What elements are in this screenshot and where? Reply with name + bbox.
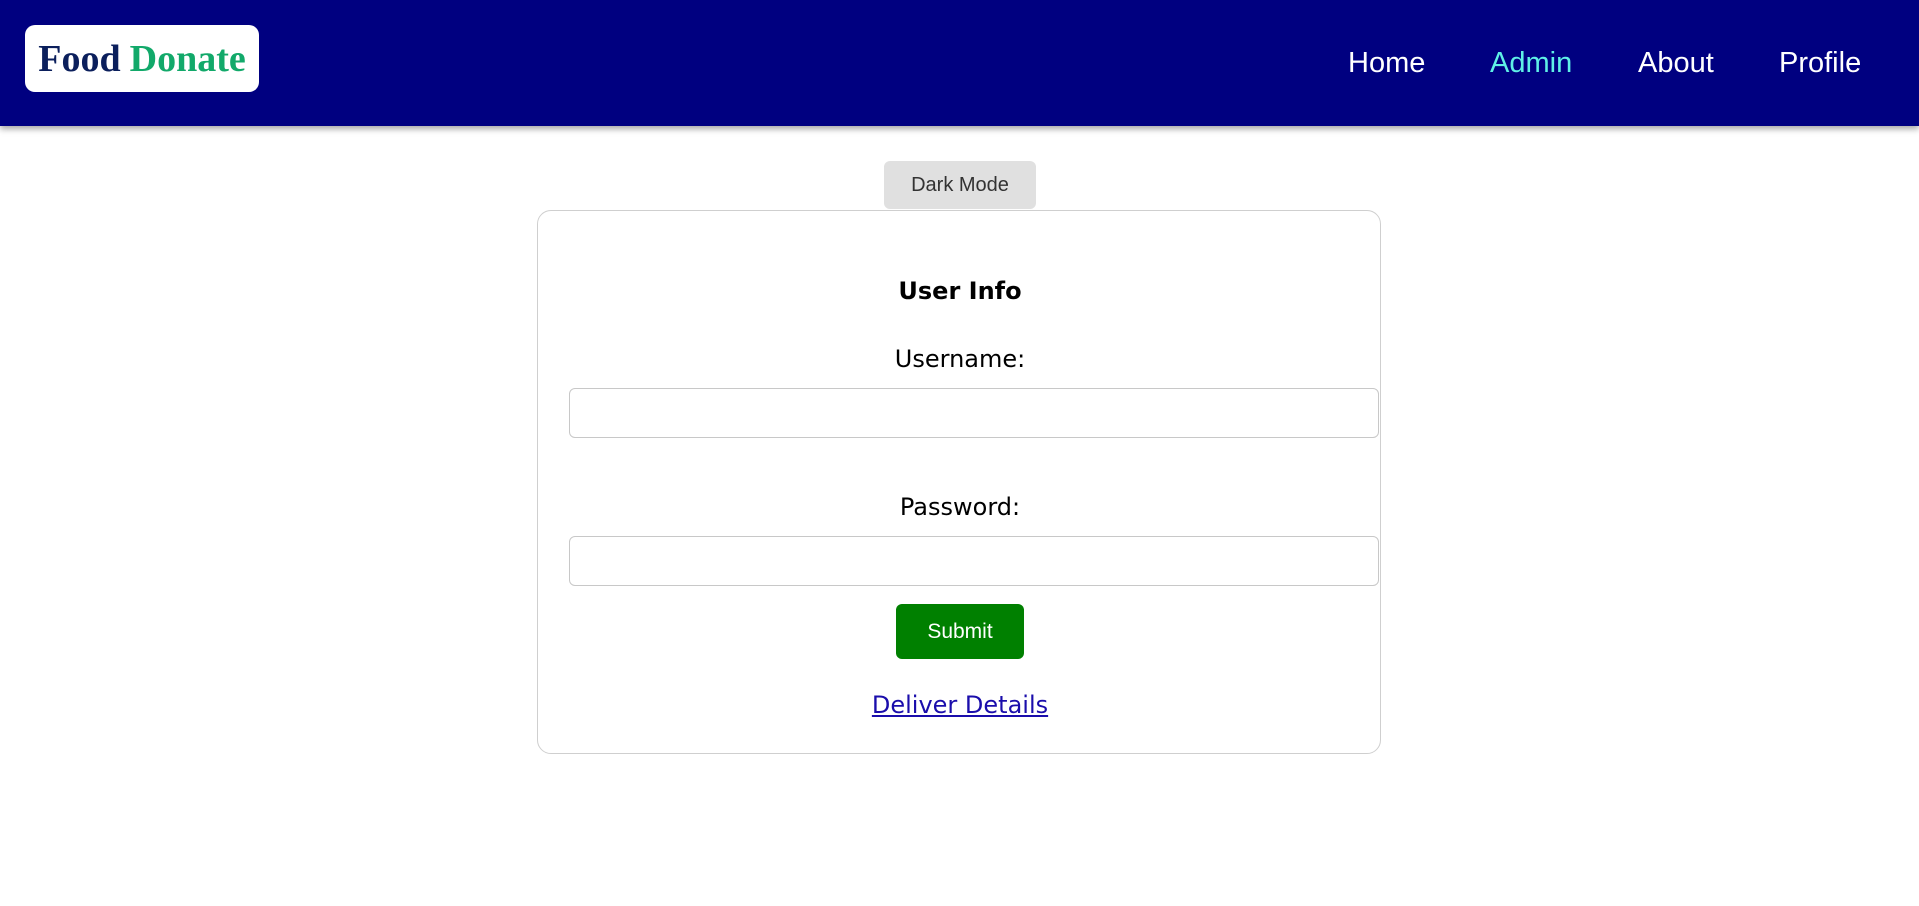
user-info-card: User Info Username: Password: Submit Del… [537, 210, 1381, 754]
username-label: Username: [894, 345, 1026, 373]
nav-link-about[interactable]: About [1638, 43, 1714, 83]
main-nav: Home Admin About Profile [0, 43, 1919, 83]
password-input[interactable] [569, 536, 1379, 586]
deliver-details-link[interactable]: Deliver Details [872, 691, 1048, 719]
nav-link-admin[interactable]: Admin [1490, 43, 1572, 83]
dark-mode-button[interactable]: Dark Mode [884, 161, 1036, 209]
submit-button[interactable]: Submit [896, 604, 1024, 659]
deliver-details-link-container: Deliver Details [538, 691, 1382, 719]
password-label: Password: [899, 493, 1021, 521]
nav-link-profile[interactable]: Profile [1779, 43, 1861, 83]
top-navbar: Food Donate Home Admin About Profile [0, 0, 1919, 126]
nav-link-home[interactable]: Home [1348, 43, 1425, 83]
form-title: User Info [898, 277, 1022, 305]
username-input[interactable] [569, 388, 1379, 438]
